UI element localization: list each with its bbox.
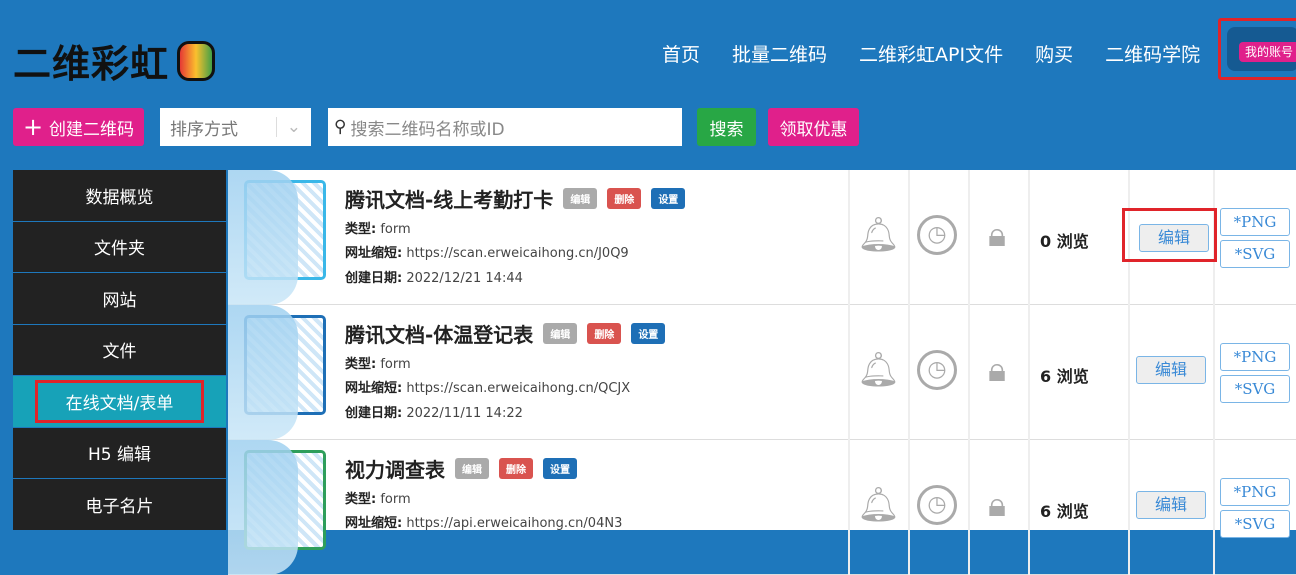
top-nav: 首页 批量二维码 二维彩虹API文件 购买 二维码学院: [662, 40, 1200, 67]
qr-list: 腾讯文档-线上考勤打卡 编辑 删除 设置 类型: form 网址缩短: http…: [228, 170, 1296, 575]
blurred-region: [228, 170, 298, 305]
delete-button[interactable]: 删除: [607, 188, 642, 209]
nav-academy[interactable]: 二维码学院: [1105, 40, 1200, 67]
download-png-button[interactable]: *PNG: [1220, 208, 1290, 236]
nav-batch[interactable]: 批量二维码: [732, 40, 827, 67]
download-svg-button[interactable]: *SVG: [1220, 240, 1290, 268]
clock-icon[interactable]: ◷: [917, 215, 957, 255]
lock-icon[interactable]: 🔒︎: [977, 350, 1017, 390]
bear-logo-icon: [177, 40, 216, 81]
download-png-button[interactable]: *PNG: [1220, 478, 1290, 506]
search-button[interactable]: 搜索: [697, 108, 756, 146]
qr-type: 类型: form: [345, 357, 411, 372]
qr-short-url: 网址缩短: https://scan.erweicaihong.cn/J0Q9: [345, 246, 629, 261]
column-divider: [1028, 170, 1030, 305]
nav-home[interactable]: 首页: [662, 40, 700, 67]
settings-button[interactable]: 设置: [631, 323, 666, 344]
account-button[interactable]: 我的账号: [1239, 42, 1296, 62]
view-count: 6 浏览: [1040, 502, 1089, 521]
search-input[interactable]: ⚲ 搜索二维码名称或ID: [328, 108, 682, 146]
chevron-down-icon: ⌄: [275, 117, 311, 137]
column-divider: [848, 305, 850, 440]
nav-api[interactable]: 二维彩虹API文件: [859, 40, 1003, 67]
edit-highlight: 编辑: [1122, 343, 1217, 397]
sidebar-item-file[interactable]: 文件: [13, 324, 226, 376]
lock-icon[interactable]: 🔒︎: [977, 485, 1017, 525]
sidebar-item-online-docs[interactable]: 在线文档/表单: [13, 376, 226, 428]
bell-icon[interactable]: 🔔︎: [857, 215, 900, 255]
lock-icon[interactable]: 🔒︎: [977, 215, 1017, 255]
column-divider: [1028, 305, 1030, 440]
column-divider: [968, 305, 970, 440]
column-divider: [908, 170, 910, 305]
qr-list-item: 腾讯文档-体温登记表 编辑 删除 设置 类型: form 网址缩短: https…: [228, 305, 1296, 440]
settings-button[interactable]: 设置: [651, 188, 686, 209]
download-svg-button[interactable]: *SVG: [1220, 510, 1290, 538]
clock-icon[interactable]: ◷: [917, 350, 957, 390]
edit-highlight: 编辑: [1122, 208, 1217, 262]
sidebar-item-h5[interactable]: H5 编辑: [13, 427, 226, 479]
delete-button[interactable]: 删除: [499, 458, 533, 479]
sort-select[interactable]: 排序方式 ⌄: [160, 108, 311, 146]
plus-icon: +: [22, 113, 44, 141]
download-svg-button[interactable]: *SVG: [1220, 375, 1290, 403]
edit-tag-button[interactable]: 编辑: [563, 188, 598, 209]
blurred-region: [228, 305, 298, 440]
column-divider: [848, 440, 850, 575]
qr-title: 腾讯文档-线上考勤打卡 编辑 删除 设置: [345, 184, 686, 213]
search-icon: ⚲: [334, 117, 347, 137]
sidebar-item-folder[interactable]: 文件夹: [13, 221, 226, 273]
view-count: 0 浏览: [1040, 232, 1089, 251]
sidebar-item-vcard[interactable]: 电子名片: [13, 479, 226, 531]
settings-button[interactable]: 设置: [543, 458, 577, 479]
download-png-button[interactable]: *PNG: [1220, 343, 1290, 371]
qr-short-url: 网址缩短: https://scan.erweicaihong.cn/QCJX: [345, 381, 631, 396]
column-divider: [968, 170, 970, 305]
column-divider: [848, 170, 850, 305]
qr-type: 类型: form: [345, 222, 411, 237]
edit-tag-button[interactable]: 编辑: [543, 323, 578, 344]
qr-list-item: 视力调查表 编辑 删除 设置 类型: form 网址缩短: https://ap…: [228, 440, 1296, 575]
view-count: 6 浏览: [1040, 367, 1089, 386]
column-divider: [908, 305, 910, 440]
column-divider: [908, 440, 910, 575]
logo-text: 二维彩虹: [13, 42, 170, 86]
nav-buy[interactable]: 购买: [1035, 40, 1073, 67]
edit-highlight: 编辑: [1122, 478, 1217, 532]
edit-tag-button[interactable]: 编辑: [455, 458, 489, 479]
qr-created-date: 创建日期: 2022/11/11 14:22: [345, 406, 523, 421]
edit-button[interactable]: 编辑: [1136, 356, 1206, 384]
qr-list-item: 腾讯文档-线上考勤打卡 编辑 删除 设置 类型: form 网址缩短: http…: [228, 170, 1296, 305]
account-highlight: 我的账号: [1218, 18, 1296, 80]
qr-short-url: 网址缩短: https://api.erweicaihong.cn/04N3: [345, 516, 623, 531]
clock-icon[interactable]: ◷: [917, 485, 957, 525]
sidebar-item-website[interactable]: 网站: [13, 273, 226, 325]
delete-button[interactable]: 删除: [587, 323, 622, 344]
coupon-button[interactable]: 领取优惠: [768, 108, 859, 146]
qr-title: 视力调查表 编辑 删除 设置: [345, 454, 577, 483]
qr-type: 类型: form: [345, 492, 411, 507]
edit-button[interactable]: 编辑: [1136, 491, 1206, 519]
bell-icon[interactable]: 🔔︎: [857, 485, 900, 525]
sidebar-item-overview[interactable]: 数据概览: [13, 170, 226, 222]
blurred-region: [228, 440, 298, 575]
edit-button[interactable]: 编辑: [1139, 224, 1209, 252]
create-qr-button[interactable]: + 创建二维码: [13, 108, 144, 146]
qr-created-date: 创建日期: 2022/12/21 14:44: [345, 271, 523, 286]
sidebar: 数据概览 文件夹 网站 文件 在线文档/表单 H5 编辑 电子名片: [13, 170, 226, 531]
bell-icon[interactable]: 🔔︎: [857, 350, 900, 390]
column-divider: [968, 440, 970, 575]
qr-title: 腾讯文档-体温登记表 编辑 删除 设置: [345, 319, 666, 348]
logo[interactable]: 二维彩虹: [13, 33, 216, 88]
column-divider: [1028, 440, 1030, 575]
